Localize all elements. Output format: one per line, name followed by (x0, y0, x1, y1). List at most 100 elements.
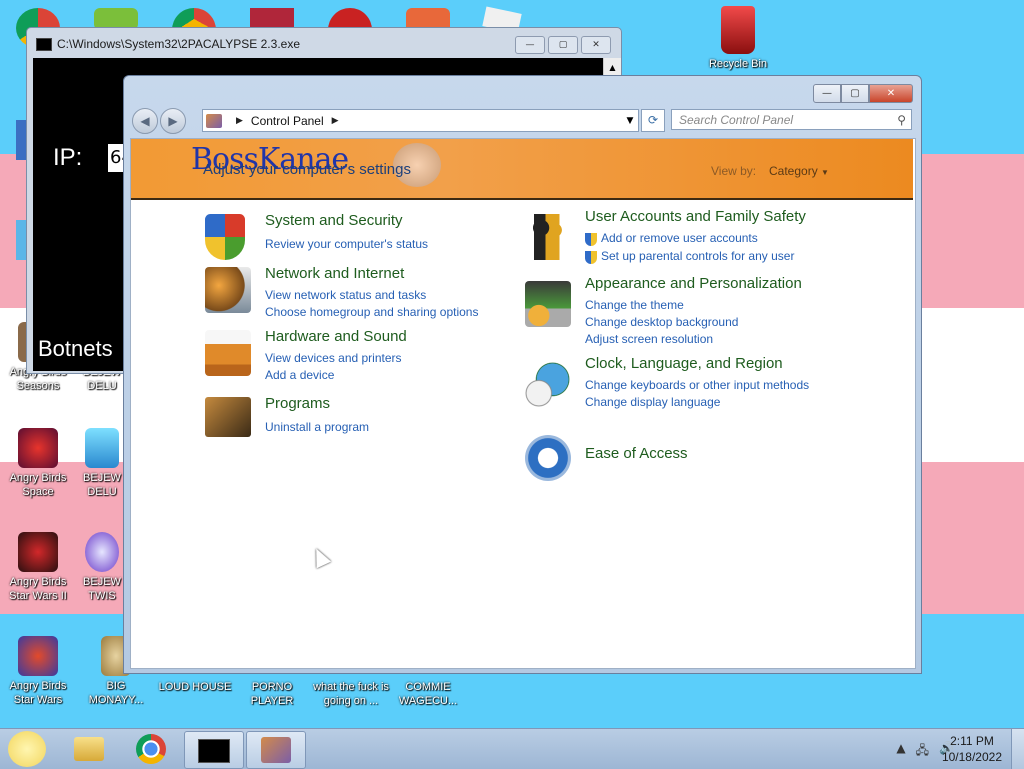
console-close-button[interactable]: ✕ (581, 36, 611, 54)
link-uninstall-program[interactable]: Uninstall a program (265, 420, 369, 434)
ease-of-access-icon (525, 435, 571, 481)
address-bar[interactable]: ▶ Control Panel ▶ ▼ (202, 109, 639, 132)
maximize-button[interactable]: ▢ (841, 84, 869, 103)
category-title[interactable]: Clock, Language, and Region (585, 355, 783, 372)
link-parental-controls[interactable]: Set up parental controls for any user (601, 249, 794, 263)
clock-date: 10/18/2022 (941, 750, 1002, 764)
category-title[interactable]: Ease of Access (585, 445, 688, 462)
start-button[interactable] (8, 731, 46, 767)
breadcrumb-arrow-icon[interactable]: ▶ (332, 116, 339, 126)
search-placeholder: Search Control Panel (679, 113, 794, 127)
taskbar-console-button[interactable] (184, 731, 244, 769)
breadcrumb-control-panel[interactable]: Control Panel (251, 114, 324, 128)
app-icon[interactable] (16, 120, 26, 160)
uac-shield-icon (585, 233, 597, 246)
angry-birds-space-icon (18, 428, 58, 468)
chrome-icon (136, 734, 166, 764)
category-title[interactable]: User Accounts and Family Safety (585, 208, 806, 225)
desktop-icon-commie-wagecu[interactable]: COMMIE WAGECU... (390, 680, 466, 708)
link-review-status[interactable]: Review your computer's status (265, 237, 428, 251)
botnets-label: Botnets (38, 336, 113, 361)
link-network-status[interactable]: View network status and tasks (265, 288, 426, 302)
link-add-remove-accounts[interactable]: Add or remove user accounts (601, 231, 758, 245)
minimize-button[interactable]: — (813, 84, 841, 103)
bejeweled-twist-icon (85, 532, 119, 572)
app-icon[interactable] (16, 220, 26, 260)
desktop-icon-porno-player[interactable]: PORNO PLAYER (234, 680, 310, 708)
desktop-icon-label: Angry Birds Star Wars II (9, 576, 67, 602)
console-icon (36, 38, 52, 51)
category-title[interactable]: Programs (265, 395, 330, 412)
programs-icon (205, 397, 251, 437)
category-title[interactable]: Hardware and Sound (265, 328, 407, 345)
desktop-icon-label: BIG MONAYY... (88, 680, 144, 706)
network-globe-icon (205, 267, 251, 313)
printer-icon (205, 330, 251, 376)
address-dropdown-icon[interactable]: ▼ (622, 116, 638, 126)
desktop-icon-label: Recycle Bin (708, 58, 768, 70)
link-devices-printers[interactable]: View devices and printers (265, 351, 402, 365)
users-icon (525, 214, 571, 260)
view-by-label: View by: (711, 164, 757, 178)
folder-icon (74, 737, 104, 761)
link-homegroup[interactable]: Choose homegroup and sharing options (265, 305, 478, 319)
desktop-icon-label: what the fuck is going on ... (313, 681, 389, 707)
link-change-keyboards[interactable]: Change keyboards or other input methods (585, 378, 809, 392)
show-desktop-button[interactable] (1011, 729, 1024, 769)
desktop-icon-angry-birds-star-wars[interactable]: Angry Birds Star Wars (0, 636, 76, 707)
search-icon[interactable]: ⚲ (897, 110, 906, 131)
breadcrumb-arrow-icon[interactable]: ▶ (236, 116, 243, 126)
shield-icon (205, 214, 245, 260)
desktop-icon-label: Angry Birds Star Wars (9, 680, 67, 706)
show-hidden-icons[interactable]: ▲ (896, 741, 905, 762)
desktop-icon-label: LOUD HOUSE (158, 681, 232, 693)
angry-birds-star-wars-icon (18, 636, 58, 676)
network-icon[interactable]: 🖧 (916, 741, 929, 762)
taskbar-chrome-button[interactable] (122, 731, 180, 767)
uac-shield-icon (585, 251, 597, 264)
recycle-bin-icon (721, 6, 755, 54)
control-panel-window[interactable]: — ▢ ✕ ◀ ▶ ▶ Control Panel ▶ ▼ ⟳ Search C… (123, 75, 922, 674)
back-button[interactable]: ◀ (132, 108, 158, 134)
monitor-paint-icon (525, 281, 571, 327)
desktop-icon-recycle-bin[interactable]: Recycle Bin (700, 6, 776, 71)
desktop-icon-angry-birds-star-wars-2[interactable]: Angry Birds Star Wars II (0, 532, 76, 603)
link-display-language[interactable]: Change display language (585, 395, 720, 409)
desktop-icon-loud-house[interactable]: LOUD HOUSE (157, 680, 233, 694)
page-title: Adjust your computer's settings (203, 161, 411, 178)
close-button[interactable]: ✕ (869, 84, 913, 103)
angry-birds-star-wars-2-icon (18, 532, 58, 572)
link-screen-resolution[interactable]: Adjust screen resolution (585, 332, 713, 346)
link-add-device[interactable]: Add a device (265, 368, 334, 382)
control-panel-content: BossKanae Adjust your computer's setting… (130, 138, 916, 669)
forward-button[interactable]: ▶ (160, 108, 186, 134)
console-minimize-button[interactable]: — (515, 36, 545, 54)
console-title-bar[interactable]: C:\Windows\System32\2PACALYPSE 2.3.exe —… (27, 28, 621, 58)
taskbar-explorer-button[interactable] (60, 731, 118, 767)
link-desktop-background[interactable]: Change desktop background (585, 315, 738, 329)
control-panel-icon (206, 113, 222, 128)
banner: BossKanae Adjust your computer's setting… (131, 139, 913, 200)
chevron-down-icon: ▼ (821, 168, 829, 177)
desktop-icon-what-the-fuck[interactable]: what the fuck is going on ... (313, 680, 389, 708)
clock-globe-icon (525, 361, 571, 407)
view-by-value: Category (769, 164, 818, 178)
desktop-icon-label: PORNO PLAYER (250, 681, 294, 707)
bejeweled-icon (85, 428, 119, 468)
clock[interactable]: 2:11 PM 10/18/2022 (942, 733, 1002, 765)
refresh-button[interactable]: ⟳ (641, 109, 665, 132)
desktop-icon-angry-birds-space[interactable]: Angry Birds Space (0, 428, 76, 499)
desktop-icon-label: COMMIE WAGECU... (398, 681, 458, 707)
view-by-dropdown[interactable]: Category ▼ (769, 164, 829, 178)
search-input[interactable]: Search Control Panel ⚲ (671, 109, 912, 130)
desktop-icon-label: Angry Birds Space (9, 472, 67, 498)
console-maximize-button[interactable]: ▢ (548, 36, 578, 54)
category-title[interactable]: Network and Internet (265, 265, 404, 282)
link-change-theme[interactable]: Change the theme (585, 298, 684, 312)
category-title[interactable]: Appearance and Personalization (585, 275, 802, 292)
clock-time: 2:11 PM (950, 734, 994, 748)
ip-label: IP: (53, 144, 83, 171)
category-title[interactable]: System and Security (265, 212, 403, 229)
taskbar: ▲ 🖧 🔊 2:11 PM 10/18/2022 (0, 728, 1024, 769)
taskbar-control-panel-button[interactable] (246, 731, 306, 769)
